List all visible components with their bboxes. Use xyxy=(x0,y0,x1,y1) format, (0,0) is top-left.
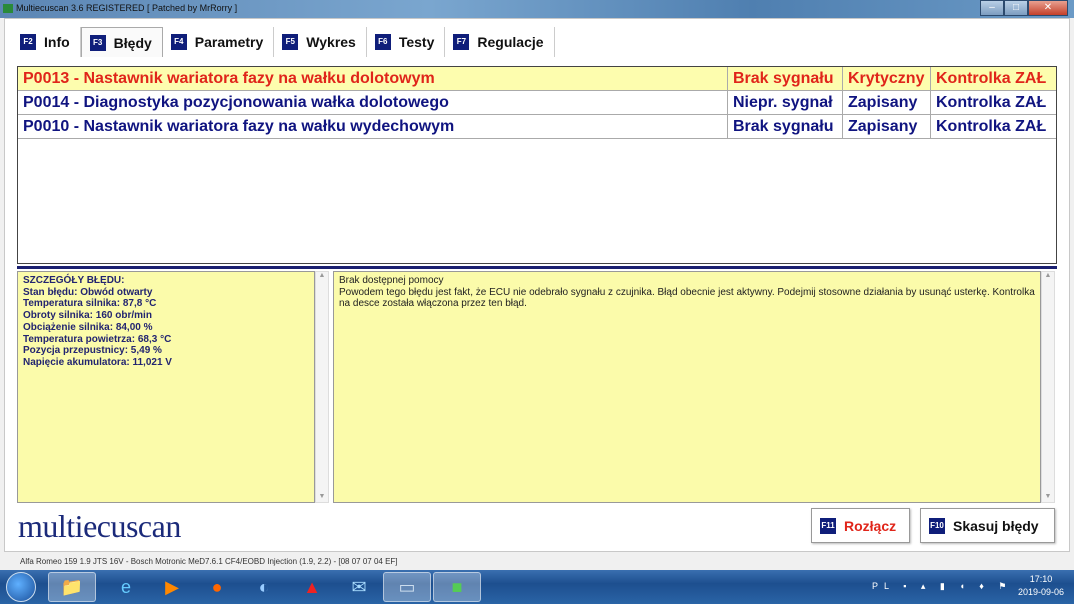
detail-line: Pozycja przepustnicy: 5,49 % xyxy=(23,345,162,357)
help-panel: Brak dostępnej pomocy Powodem tego błędu… xyxy=(333,271,1041,503)
maximize-button[interactable]: □ xyxy=(1004,0,1028,16)
tab-errors[interactable]: F3 Błędy xyxy=(80,27,163,57)
tab-label: Info xyxy=(44,34,70,50)
tab-bar: F2 Info F3 Błędy F4 Parametry F5 Wykres F6 Te… xyxy=(12,27,555,59)
tab-label: Regulacje xyxy=(477,34,544,50)
status-bar: Alfa Romeo 159 1.9 JTS 16V - Bosch Motro… xyxy=(20,557,398,566)
clear-errors-button[interactable]: F10 Skasuj błędy xyxy=(920,508,1055,543)
app-icon[interactable]: ◐ xyxy=(240,572,288,602)
error-status: Zapisany xyxy=(843,115,931,138)
taskbar: 📁 e ▶ ● ◐ ▲ ✉ ▭ ■ PL ▪ ▴ ▮ ◖ ♦ ⚑ 17:10 2… xyxy=(0,570,1074,604)
start-button[interactable] xyxy=(6,572,36,602)
tab-chart[interactable]: F5 Wykres xyxy=(274,27,367,57)
error-code: P0010 - Nastawnik wariatora fazy na wałk… xyxy=(18,115,728,138)
error-lamp: Kontrolka ZAŁ xyxy=(936,94,1047,111)
disconnect-button[interactable]: F11 Rozłącz xyxy=(811,508,910,543)
help-scrollbar[interactable]: ▲ ▼ xyxy=(1041,271,1055,503)
error-code: P0013 - Nastawnik wariatora fazy na wałk… xyxy=(18,67,728,90)
firefox-icon[interactable]: ● xyxy=(193,572,241,602)
clock[interactable]: 17:10 2019-09-06 xyxy=(1018,573,1064,599)
button-label: Skasuj błędy xyxy=(953,517,1039,534)
fkey-badge: F10 xyxy=(929,517,945,534)
tab-label: Testy xyxy=(398,34,435,50)
media-player-icon[interactable]: ▶ xyxy=(148,572,196,602)
help-text: Powodem tego błędu jest fakt, że ECU nie… xyxy=(339,286,1035,310)
error-lamp: Kontrolka ZAŁ xyxy=(936,118,1047,135)
detail-line: Napięcie akumulatora: 11,021 V xyxy=(23,356,172,368)
app-icon xyxy=(3,4,13,13)
button-label: Rozłącz xyxy=(844,517,897,534)
error-type: Brak sygnału xyxy=(728,67,843,90)
language-indicator[interactable]: PL xyxy=(872,581,895,591)
tab-info[interactable]: F2 Info xyxy=(12,27,81,57)
notepad-icon[interactable]: ▭ xyxy=(383,572,431,602)
fkey-badge: F3 xyxy=(89,34,106,51)
minimize-button[interactable]: – xyxy=(980,0,1004,16)
fkey-badge: F7 xyxy=(453,34,470,50)
detail-line: Stan błędu: Obwód otwarty xyxy=(23,286,153,298)
tab-label: Parametry xyxy=(194,34,264,50)
clock-date: 2019-09-06 xyxy=(1017,587,1064,597)
fkey-badge: F11 xyxy=(820,517,836,534)
detail-line: Obciążenie silnika: 84,00 % xyxy=(23,321,153,333)
error-row[interactable]: P0013 - Nastawnik wariatora fazy na wałk… xyxy=(18,67,1056,91)
error-type: Brak sygnału xyxy=(728,115,843,138)
internet-explorer-icon[interactable]: e xyxy=(102,572,150,602)
fkey-badge: F2 xyxy=(20,34,36,50)
help-title: Brak dostępnej pomocy xyxy=(339,275,444,286)
tab-adjustments[interactable]: F7 Regulacje xyxy=(445,27,555,57)
error-row[interactable]: P0014 - Diagnostyka pozycjonowania wałka… xyxy=(18,91,1056,115)
divider xyxy=(17,266,1057,269)
detail-line: Obroty silnika: 160 obr/min xyxy=(23,310,152,322)
error-lamp: Kontrolka ZAŁ xyxy=(936,70,1047,87)
multiecuscan-logo: multiecuscan xyxy=(18,508,181,544)
error-type: Niepr. sygnał xyxy=(728,91,843,114)
fkey-badge: F6 xyxy=(374,34,391,50)
error-status: Zapisany xyxy=(843,91,931,114)
error-code: P0014 - Diagnostyka pozycjonowania wałka… xyxy=(18,91,728,114)
autocad-icon[interactable]: ▲ xyxy=(288,572,336,602)
details-title: SZCZEGÓŁY BŁĘDU: xyxy=(23,275,125,286)
title-bar: Multiecuscan 3.6 REGISTERED [ Patched by… xyxy=(0,0,1074,18)
explorer-icon[interactable]: 📁 xyxy=(48,572,96,602)
error-details-panel: SZCZEGÓŁY BŁĘDU: Stan błędu: Obwód otwar… xyxy=(17,271,315,503)
detail-line: Temperatura silnika: 87,8 °C xyxy=(23,298,157,310)
tab-tests[interactable]: F6 Testy xyxy=(367,27,446,57)
system-tray[interactable]: PL ▪ ▴ ▮ ◖ ♦ ⚑ xyxy=(872,581,1012,592)
thunderbird-icon[interactable]: ✉ xyxy=(335,572,383,602)
error-list: P0013 - Nastawnik wariatora fazy na wałk… xyxy=(17,66,1057,264)
error-status: Krytyczny xyxy=(843,67,931,90)
fkey-badge: F4 xyxy=(170,34,187,50)
multiecuscan-task-icon[interactable]: ■ xyxy=(433,572,481,602)
tab-label: Wykres xyxy=(306,34,356,50)
close-button[interactable]: ✕ xyxy=(1028,0,1068,16)
detail-line: Temperatura powietrza: 68,3 °C xyxy=(23,333,172,345)
details-scrollbar[interactable]: ▲ ▼ xyxy=(315,271,329,503)
fkey-badge: F5 xyxy=(282,34,299,50)
window-title: Multiecuscan 3.6 REGISTERED [ Patched by… xyxy=(16,3,238,13)
tab-label: Błędy xyxy=(113,34,152,51)
tab-parameters[interactable]: F4 Parametry xyxy=(163,27,275,57)
error-row[interactable]: P0010 - Nastawnik wariatora fazy na wałk… xyxy=(18,115,1056,139)
clock-time: 17:10 xyxy=(1029,574,1053,584)
